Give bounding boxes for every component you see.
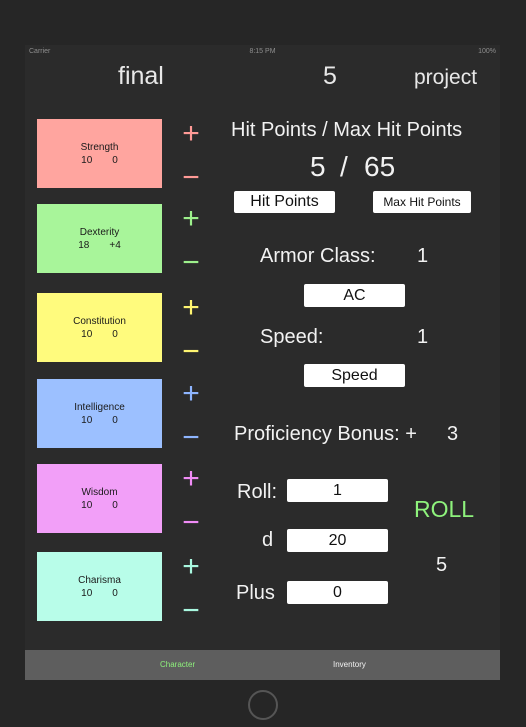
stat-box-dexterity[interactable]: Dexterity 18 +4: [37, 204, 162, 273]
stat-score: 10: [81, 587, 93, 599]
tablet-device: Carrier 8:15 PM 100% final 5 project Str…: [0, 0, 526, 727]
armor-class-value: 1: [417, 245, 429, 267]
battery-label: 100%: [478, 48, 496, 55]
stat-modifier: 0: [112, 499, 118, 511]
dexterity-plus-button[interactable]: +: [178, 204, 204, 234]
charisma-plus-button[interactable]: +: [178, 552, 204, 582]
proficiency-bonus-value: 3: [447, 423, 459, 445]
intelligence-plus-button[interactable]: +: [178, 379, 204, 409]
stat-name: Charisma: [78, 574, 121, 586]
stat-name: Constitution: [73, 315, 126, 327]
stat-box-strength[interactable]: Strength 10 0: [37, 119, 162, 188]
max-hit-points-button[interactable]: Max Hit Points: [373, 191, 471, 213]
wisdom-minus-button[interactable]: −: [178, 508, 204, 538]
stat-score: 18: [78, 239, 90, 251]
speed-value: 1: [417, 326, 429, 348]
stat-modifier: 0: [112, 154, 118, 166]
hit-points-title: Hit Points / Max Hit Points: [231, 119, 463, 141]
stat-score: 10: [81, 154, 93, 166]
stat-name: Strength: [80, 141, 119, 153]
strength-minus-button[interactable]: −: [178, 163, 204, 193]
tab-character[interactable]: Character: [160, 660, 195, 669]
proficiency-bonus-label: Proficiency Bonus: +: [234, 423, 417, 445]
hit-points-separator: /: [340, 151, 348, 182]
dexterity-minus-button[interactable]: −: [178, 248, 204, 278]
armor-class-button[interactable]: AC: [304, 284, 405, 307]
speed-button[interactable]: Speed: [304, 364, 405, 387]
roll-count-label: Roll:: [237, 481, 278, 503]
roll-button[interactable]: ROLL: [414, 496, 474, 523]
stat-score: 10: [81, 499, 93, 511]
constitution-minus-button[interactable]: −: [178, 337, 204, 367]
stat-box-wisdom[interactable]: Wisdom 10 0: [37, 464, 162, 533]
stat-modifier: 0: [112, 414, 118, 426]
hit-points-max: 65: [364, 151, 396, 182]
stat-modifier: 0: [112, 328, 118, 340]
stat-score: 10: [81, 414, 93, 426]
constitution-plus-button[interactable]: +: [178, 293, 204, 323]
stat-score: 10: [81, 328, 93, 340]
die-sides-label: d: [262, 529, 274, 551]
wisdom-plus-button[interactable]: +: [178, 464, 204, 494]
app-screen: Carrier 8:15 PM 100% final 5 project Str…: [25, 45, 500, 680]
stat-box-intelligence[interactable]: Intelligence 10 0: [37, 379, 162, 448]
status-bar: Carrier 8:15 PM 100%: [25, 45, 500, 59]
stat-modifier: +4: [109, 239, 121, 251]
stat-modifier: 0: [112, 587, 118, 599]
die-sides-field[interactable]: 20: [287, 529, 388, 552]
stat-name: Intelligence: [74, 401, 125, 413]
armor-class-label: Armor Class:: [260, 245, 376, 267]
hit-points-current: 5: [310, 151, 326, 182]
stat-name: Dexterity: [79, 226, 120, 238]
roll-plus-label: Plus: [236, 582, 275, 604]
roll-count-field[interactable]: 1: [287, 479, 388, 502]
home-button[interactable]: [248, 690, 278, 720]
speed-label: Speed:: [260, 326, 324, 348]
stat-box-charisma[interactable]: Charisma 10 0: [37, 552, 162, 621]
stat-name: Wisdom: [81, 486, 118, 498]
roll-plus-field[interactable]: 0: [287, 581, 388, 604]
charisma-minus-button[interactable]: −: [178, 596, 204, 626]
status-time: 8:15 PM: [249, 48, 276, 55]
tab-inventory[interactable]: Inventory: [333, 660, 366, 669]
tab-bar: Character Inventory: [25, 650, 500, 680]
hit-points-button[interactable]: Hit Points: [234, 191, 335, 213]
stat-box-constitution[interactable]: Constitution 10 0: [37, 293, 162, 362]
roll-result: 5: [436, 554, 448, 576]
strength-plus-button[interactable]: +: [178, 119, 204, 149]
intelligence-minus-button[interactable]: −: [178, 423, 204, 453]
header-right-title: project: [414, 66, 478, 89]
